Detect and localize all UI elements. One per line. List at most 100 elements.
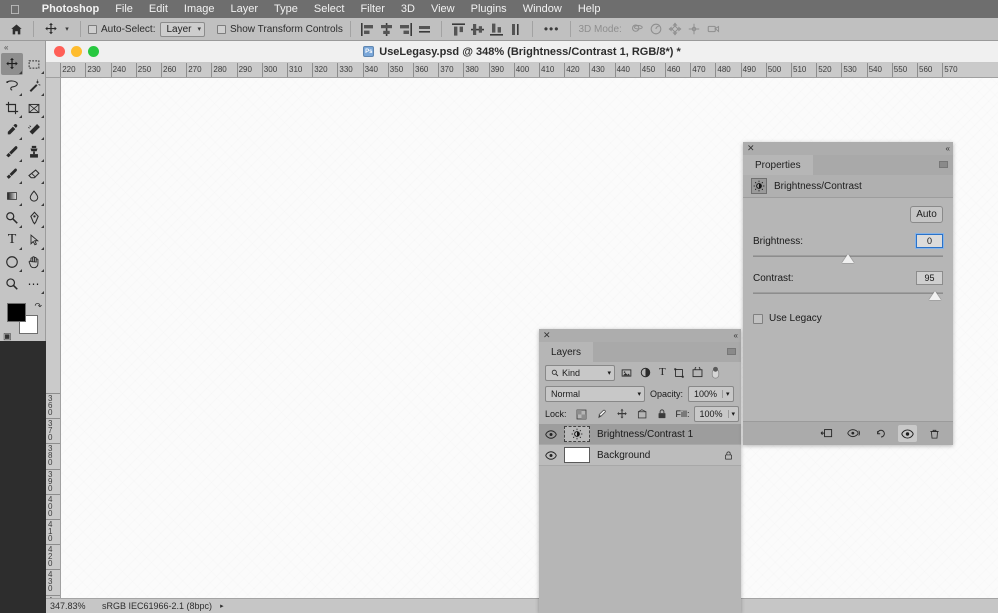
contrast-slider-thumb[interactable]: [929, 291, 941, 300]
collapse-panel-icon[interactable]: «: [734, 331, 737, 340]
filter-kind-dropdown[interactable]: Kind ▾: [545, 365, 615, 381]
edit-toolbar-tool[interactable]: ⋯: [23, 273, 45, 295]
menu-item-plugins[interactable]: Plugins: [463, 0, 515, 18]
menu-item-image[interactable]: Image: [176, 0, 223, 18]
filter-enable-toggle-icon[interactable]: [711, 366, 720, 379]
chevron-down-icon[interactable]: ▾: [722, 390, 733, 398]
horizontal-ruler[interactable]: 0220230240250260270280290300310320330340…: [46, 63, 998, 78]
collapse-panel-icon[interactable]: «: [946, 144, 949, 153]
align-top-edges-icon[interactable]: [450, 21, 467, 38]
3d-roll-icon[interactable]: [647, 22, 666, 36]
auto-button[interactable]: Auto: [910, 206, 943, 223]
show-transform-controls-option[interactable]: Show Transform Controls: [217, 24, 343, 35]
apple-logo-icon[interactable]: : [10, 3, 20, 16]
blend-mode-dropdown[interactable]: Normal ▾: [545, 386, 645, 402]
layer-thumbnail-image[interactable]: [564, 447, 590, 463]
dodge-tool[interactable]: [1, 207, 23, 229]
vertical-ruler[interactable]: 360370380390400410420430440450460: [46, 78, 61, 613]
ellipse-tool[interactable]: [1, 251, 23, 273]
eraser-tool[interactable]: [23, 163, 45, 185]
panel-menu-icon[interactable]: [727, 348, 736, 355]
layer-row-brightness-contrast[interactable]: Brightness/Contrast 1: [539, 424, 741, 445]
vertical-scrollbar[interactable]: [992, 78, 998, 613]
lock-transparent-pixels-icon[interactable]: [576, 409, 587, 420]
contrast-input[interactable]: 95: [916, 271, 943, 285]
menu-item-view[interactable]: View: [423, 0, 463, 18]
menu-item-window[interactable]: Window: [515, 0, 570, 18]
zoom-tool[interactable]: [1, 273, 23, 295]
brightness-input[interactable]: 0: [916, 234, 943, 248]
menu-item-photoshop[interactable]: Photoshop: [34, 0, 107, 18]
move-tool[interactable]: [1, 53, 23, 75]
layer-row-background[interactable]: Background: [539, 445, 741, 466]
menu-item-3d[interactable]: 3D: [393, 0, 423, 18]
clone-stamp-tool[interactable]: [23, 141, 45, 163]
distribute-vertical-icon[interactable]: [507, 21, 524, 38]
brightness-slider-thumb[interactable]: [842, 254, 854, 263]
move-tool-icon[interactable]: [41, 22, 61, 36]
brightness-slider[interactable]: [753, 251, 943, 265]
contrast-slider[interactable]: [753, 288, 943, 302]
lock-position-icon[interactable]: [616, 408, 628, 420]
tab-properties[interactable]: Properties: [743, 155, 813, 175]
pen-tool[interactable]: [23, 207, 45, 229]
align-left-edges-icon[interactable]: [359, 21, 376, 38]
zoom-level-field[interactable]: 347.83%: [46, 601, 102, 611]
reset-adjustment-icon[interactable]: [871, 425, 890, 442]
brush-tool[interactable]: [1, 141, 23, 163]
view-previous-state-icon[interactable]: [844, 425, 863, 442]
menu-item-layer[interactable]: Layer: [222, 0, 266, 18]
horizontal-type-tool[interactable]: T: [1, 229, 23, 251]
document-info[interactable]: sRGB IEC61966-2.1 (8bpc) ▸: [102, 601, 224, 611]
lock-image-pixels-icon[interactable]: [596, 409, 607, 420]
menu-item-file[interactable]: File: [107, 0, 141, 18]
align-vertical-centers-icon[interactable]: [469, 21, 486, 38]
menu-item-filter[interactable]: Filter: [352, 0, 392, 18]
document-tab[interactable]: Ps UseLegasy.psd @ 348% (Brightness/Cont…: [46, 46, 998, 58]
toggle-layer-visibility-icon[interactable]: [898, 425, 917, 442]
close-icon[interactable]: ✕: [543, 331, 551, 340]
filter-smart-objects-icon[interactable]: [692, 367, 703, 378]
foreground-color-swatch[interactable]: [7, 303, 26, 322]
filter-pixel-layers-icon[interactable]: [621, 368, 632, 378]
eyedropper-tool[interactable]: [1, 119, 23, 141]
3d-slide-icon[interactable]: [685, 22, 704, 36]
hand-tool[interactable]: [23, 251, 45, 273]
toggle-layer-visibility-icon[interactable]: [545, 430, 557, 439]
filter-adjustment-layers-icon[interactable]: [640, 367, 651, 378]
collapse-panel-icon[interactable]: «: [0, 41, 45, 53]
menu-item-help[interactable]: Help: [570, 0, 609, 18]
distribute-horizontal-icon[interactable]: [416, 21, 433, 38]
panel-menu-icon[interactable]: [939, 161, 948, 168]
crop-tool[interactable]: [1, 97, 23, 119]
delete-adjustment-layer-icon[interactable]: [925, 425, 944, 442]
swap-colors-icon[interactable]: ↷: [34, 301, 42, 312]
filter-shape-layers-icon[interactable]: [674, 368, 684, 378]
tool-preset-chevron-icon[interactable]: ▾: [61, 25, 73, 33]
align-right-edges-icon[interactable]: [397, 21, 414, 38]
use-legacy-checkbox[interactable]: [753, 314, 763, 324]
menu-item-edit[interactable]: Edit: [141, 0, 176, 18]
frame-tool[interactable]: [23, 97, 45, 119]
show-transform-checkbox[interactable]: [217, 25, 226, 34]
tab-layers[interactable]: Layers: [539, 342, 593, 362]
path-selection-tool[interactable]: [23, 229, 45, 251]
auto-select-checkbox[interactable]: [88, 25, 97, 34]
opacity-field[interactable]: 100% ▾: [688, 386, 734, 402]
clip-to-layer-icon[interactable]: [817, 425, 836, 442]
chevron-down-icon[interactable]: ▾: [728, 410, 739, 418]
align-horizontal-centers-icon[interactable]: [378, 21, 395, 38]
history-brush-tool[interactable]: [1, 163, 23, 185]
spot-healing-brush-tool[interactable]: [23, 119, 45, 141]
3d-pan-icon[interactable]: [666, 22, 685, 36]
more-options-button[interactable]: •••: [540, 22, 564, 36]
3d-camera-icon[interactable]: [704, 22, 723, 36]
lasso-tool[interactable]: [1, 75, 23, 97]
lock-artboard-nesting-icon[interactable]: [637, 409, 648, 420]
blur-tool[interactable]: [23, 185, 45, 207]
layer-thumbnail-adjustment[interactable]: [564, 426, 590, 442]
menu-item-select[interactable]: Select: [306, 0, 353, 18]
home-icon[interactable]: [6, 23, 26, 36]
lock-all-icon[interactable]: [657, 408, 667, 420]
toggle-layer-visibility-icon[interactable]: [545, 451, 557, 460]
